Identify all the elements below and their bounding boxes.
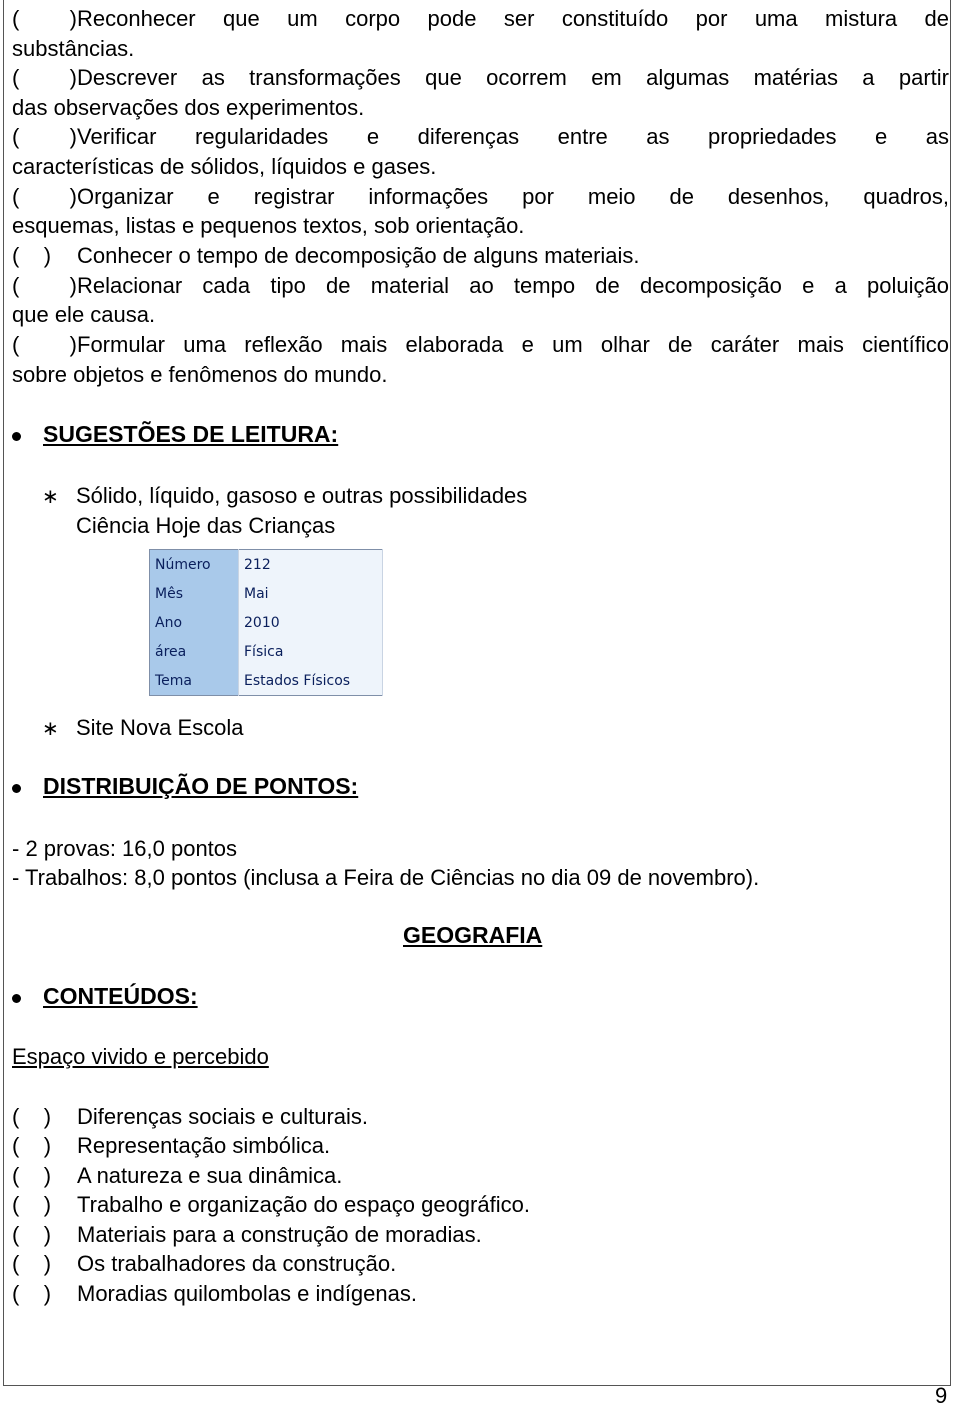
objective-item-cont: das observações dos experimentos. xyxy=(12,95,365,120)
contents-item: ( ) Diferenças sociais e culturais. xyxy=(12,1104,369,1129)
page-number: 9 xyxy=(935,1383,948,1408)
objective-item: ( )Reconhecer que um corpo pode ser cons… xyxy=(12,6,949,31)
reading-item: ∗ Site Nova Escola xyxy=(42,713,244,744)
reading-item: ∗ Sólido, líquido, gasoso e outras possib… xyxy=(42,481,527,512)
magazine-info-table: Número 212 Mês Mai Ano 2010 área Física Tema… xyxy=(149,549,383,696)
points-line: - 2 provas: 16,0 pontos xyxy=(12,836,238,861)
contents-item: ( ) Moradias quilombolas e indígenas. xyxy=(12,1281,417,1306)
objective-item-cont: sobre objetos e fenômenos do mundo. xyxy=(12,362,388,387)
points-line: - Trabalhos: 8,0 pontos (inclusa a Feira… xyxy=(12,865,760,890)
objective-item: ( )Verificar regularidades e diferenças … xyxy=(12,124,949,149)
reading-section-heading: SUGESTÕES DE LEITURA: xyxy=(12,421,338,448)
table-row: Mês Mai xyxy=(149,579,383,608)
contents-item: ( ) A natureza e sua dinâmica. xyxy=(12,1163,343,1188)
contents-item: ( ) Representação simbólica. xyxy=(12,1133,331,1158)
contents-item: ( ) Materiais para a construção de moradi… xyxy=(12,1222,482,1247)
contents-section-heading: CONTEÚDOS: xyxy=(12,983,198,1010)
objective-item: ( )Relacionar cada tipo de material ao t… xyxy=(12,273,949,298)
contents-subheading: Espaço vivido e percebido xyxy=(12,1044,269,1069)
bullet-icon xyxy=(12,431,21,441)
contents-item: ( ) Trabalho e organização do espaço geog… xyxy=(12,1192,530,1217)
asterisk-icon: ∗ xyxy=(42,486,59,508)
subject-title: GEOGRAFIA xyxy=(403,922,543,948)
table-row: Número 212 xyxy=(149,549,383,579)
objective-item: ( ) Conhecer o tempo de decomposição de a… xyxy=(12,243,640,268)
bullet-icon xyxy=(12,783,21,793)
objective-item-cont: que ele causa. xyxy=(12,302,156,327)
objective-item-cont: características de sólidos, líquidos e g… xyxy=(12,154,437,179)
reading-source: Ciência Hoje das Crianças xyxy=(76,513,336,538)
table-row: Tema Estados Físicos xyxy=(149,666,383,696)
contents-item: ( ) Os trabalhadores da construção. xyxy=(12,1251,397,1276)
objective-item-cont: substâncias. xyxy=(12,36,135,61)
asterisk-icon: ∗ xyxy=(42,718,59,740)
table-row: Ano 2010 xyxy=(149,608,383,637)
objective-item: ( )Descrever as transformações que ocorr… xyxy=(12,65,949,90)
objective-item-cont: esquemas, listas e pequenos textos, sob … xyxy=(12,213,525,238)
objective-item: ( )Formular uma reflexão mais elaborada … xyxy=(12,332,949,357)
bullet-icon xyxy=(12,993,21,1003)
points-section-heading: DISTRIBUIÇÃO DE PONTOS: xyxy=(12,773,358,800)
table-row: área Física xyxy=(149,637,383,666)
objective-item: ( )Organizar e registrar informações por… xyxy=(12,184,949,209)
